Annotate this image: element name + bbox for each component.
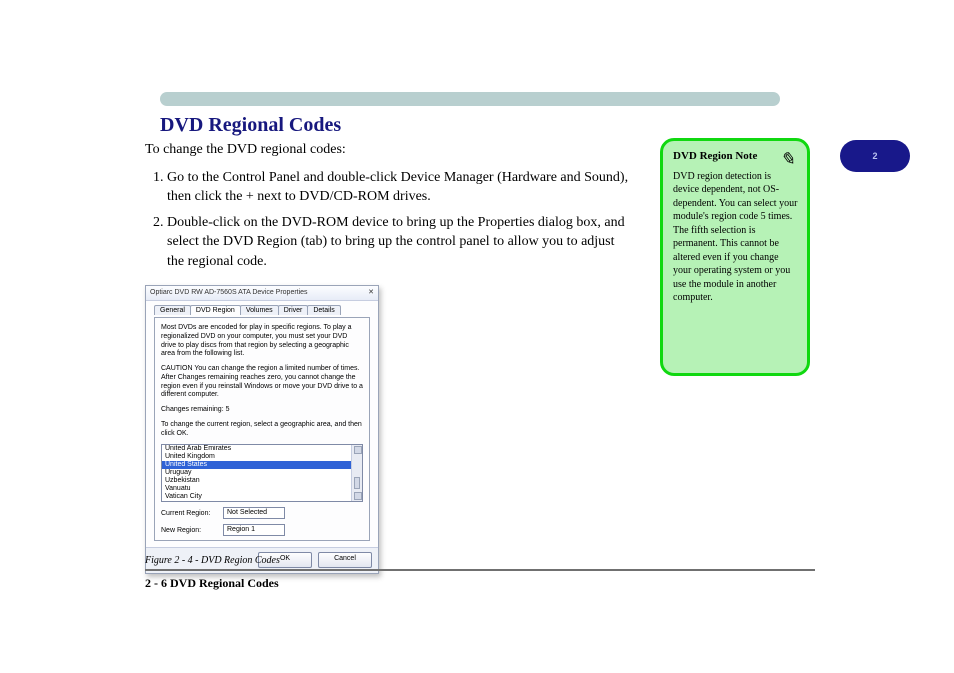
scrollbar-thumb[interactable] <box>354 477 360 489</box>
dialog-titlebar: Optiarc DVD RW AD-7560S ATA Device Prope… <box>146 286 378 301</box>
footer-rule <box>145 565 815 571</box>
tab-dvd-region[interactable]: DVD Region <box>190 305 241 315</box>
new-region-value: Region 1 <box>223 524 285 536</box>
tab-details[interactable]: Details <box>307 305 340 315</box>
list-item[interactable]: United Arab Emirates <box>162 445 362 453</box>
current-region-value: Not Selected <box>223 507 285 519</box>
list-item[interactable]: United Kingdom <box>162 453 362 461</box>
scrollbar[interactable] <box>351 445 362 501</box>
note-body: DVD region detection is device dependent… <box>673 170 799 305</box>
steps-list: Go to the Control Panel and double-click… <box>167 168 635 272</box>
list-item[interactable]: United States <box>162 461 362 469</box>
current-region-label: Current Region: <box>161 510 223 517</box>
tab-volumes[interactable]: Volumes <box>240 305 279 315</box>
step-2: Double-click on the DVD-ROM device to br… <box>167 213 635 272</box>
chapter-pill: 2 <box>840 140 910 172</box>
dvd-properties-dialog: Optiarc DVD RW AD-7560S ATA Device Prope… <box>145 285 379 574</box>
page-title: DVD Regional Codes <box>160 114 341 137</box>
body-intro: To change the DVD regional codes: <box>145 140 635 160</box>
list-item[interactable]: Vatican City <box>162 493 362 501</box>
dialog-caution: CAUTION You can change the region a limi… <box>161 365 363 400</box>
dialog-tabs: General DVD Region Volumes Driver Detail… <box>154 305 370 315</box>
list-item[interactable]: Uzbekistan <box>162 477 362 485</box>
tab-driver[interactable]: Driver <box>278 305 309 315</box>
list-item[interactable]: Uruguay <box>162 469 362 477</box>
dialog-title-text: Optiarc DVD RW AD-7560S ATA Device Prope… <box>150 286 308 300</box>
pen-icon: ✎ <box>780 147 795 171</box>
dialog-change-instruction: To change the current region, select a g… <box>161 421 363 439</box>
dialog-intro: Most DVDs are encoded for play in specif… <box>161 324 363 359</box>
tab-general[interactable]: General <box>154 305 191 315</box>
step-1: Go to the Control Panel and double-click… <box>167 168 635 207</box>
body-text: To change the DVD regional codes: Go to … <box>145 140 635 278</box>
header-divider <box>160 92 780 106</box>
sidebar-note: ✎ DVD Region Note DVD region detection i… <box>660 138 810 376</box>
region-listbox[interactable]: United Arab Emirates United Kingdom Unit… <box>161 444 363 502</box>
tab-content: Most DVDs are encoded for play in specif… <box>154 317 370 541</box>
new-region-label: New Region: <box>161 527 223 534</box>
list-item[interactable]: Vanuatu <box>162 485 362 493</box>
dialog-changes-remaining: Changes remaining: 5 <box>161 406 363 415</box>
close-icon[interactable]: ✕ <box>368 286 374 300</box>
page-number: 2 - 6 DVD Regional Codes <box>145 576 279 591</box>
